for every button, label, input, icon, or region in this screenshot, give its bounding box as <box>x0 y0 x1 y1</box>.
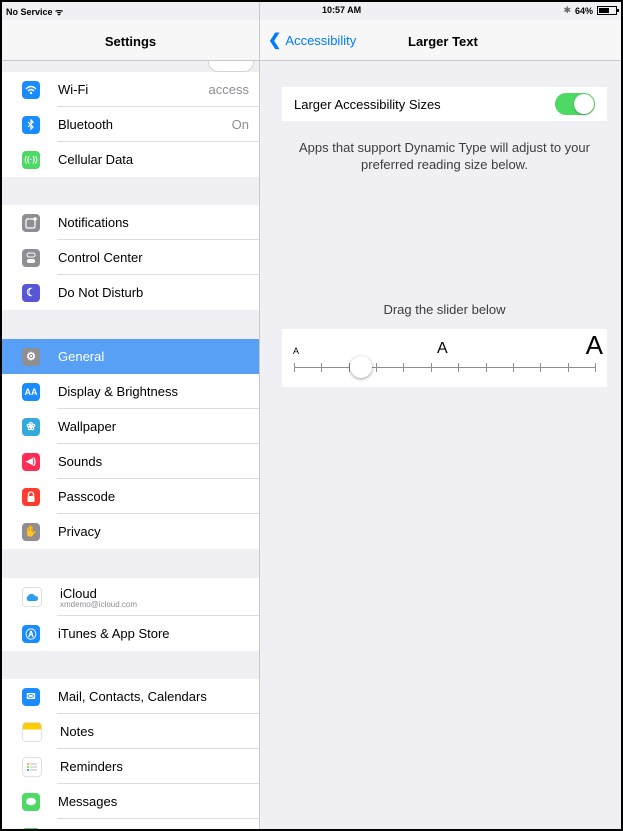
battery-percent: 64% <box>574 5 593 16</box>
sidebar-item-display-brightness[interactable]: AA Display & Brightness <box>2 374 259 409</box>
dynamic-type-info: Apps that support Dynamic Type will adju… <box>299 140 590 172</box>
icloud-icon <box>22 587 42 607</box>
facetime-icon <box>22 827 40 829</box>
reminders-icon <box>22 756 42 777</box>
text-size-slider-knob[interactable] <box>350 356 372 378</box>
ipad-screen: Settings Wi-Fi access Bluetooth On ((·))… <box>0 0 623 831</box>
sidebar-item-itunes-app-store[interactable]: Ⓐ iTunes & App Store <box>2 616 259 651</box>
sidebar-item-passcode[interactable]: Passcode <box>2 479 259 514</box>
gear-icon: ⚙ <box>22 347 40 366</box>
sidebar-item-label: Bluetooth <box>58 117 113 132</box>
slider-tick <box>568 363 569 372</box>
lock-icon <box>22 487 40 506</box>
sidebar-item-label: iTunes & App Store <box>58 626 170 641</box>
text-size-slider-cell: A A A <box>282 329 607 387</box>
sidebar-item-privacy[interactable]: ✋ Privacy <box>2 514 259 549</box>
slider-tick <box>513 363 514 372</box>
back-button-label: Accessibility <box>285 33 357 48</box>
bluetooth-value: On <box>231 117 249 132</box>
toggle-knob <box>574 94 594 114</box>
notifications-icon <box>22 213 40 232</box>
sidebar-item-label: Cellular Data <box>58 152 134 167</box>
sidebar-title: Settings <box>2 20 259 61</box>
sidebar-item-label: Passcode <box>58 489 116 504</box>
small-text-indicator: A <box>293 346 300 356</box>
sidebar-item-label: Notifications <box>58 215 129 230</box>
detail-pane: ❮ Accessibility Larger Text Larger Acces… <box>260 2 621 829</box>
sidebar-item-label: Display & Brightness <box>58 384 178 399</box>
wifi-network-value: access <box>208 82 249 97</box>
battery-icon <box>597 6 619 15</box>
sidebar-item-mail-contacts-calendars[interactable]: ✉ Mail, Contacts, Calendars <box>2 679 259 714</box>
sidebar-item-label: Mail, Contacts, Calendars <box>58 689 207 704</box>
sidebar-item-messages[interactable]: Messages <box>2 784 259 819</box>
sidebar-item-icloud[interactable]: iCloud xmdemo@icloud.com <box>2 578 259 616</box>
sidebar-item-label: iCloud <box>60 585 97 601</box>
chevron-left-icon: ❮ <box>268 32 282 49</box>
carrier-label: No Service <box>6 7 53 17</box>
sidebar-item-notifications[interactable]: Notifications <box>2 205 259 240</box>
sidebar-item-label: General <box>58 349 105 364</box>
bluetooth-status-icon: ✱ <box>563 5 571 15</box>
speaker-icon: ◀) <box>22 452 40 471</box>
sidebar-item-label: Wallpaper <box>58 419 117 434</box>
slider-tick <box>376 363 377 372</box>
slider-tick <box>595 363 596 372</box>
clock: 10:57 AM <box>322 5 362 15</box>
slider-tick <box>431 363 432 372</box>
larger-sizes-cell: Larger Accessibility Sizes <box>282 87 607 121</box>
slider-tick <box>486 363 487 372</box>
sidebar-item-reminders[interactable]: Reminders <box>2 749 259 784</box>
sidebar-item-label: Do Not Disturb <box>58 285 144 300</box>
page-title: Larger Text <box>408 34 478 49</box>
text-size-slider-track[interactable] <box>294 363 596 372</box>
bluetooth-icon <box>22 115 40 134</box>
larger-sizes-toggle[interactable] <box>555 93 595 115</box>
detail-navbar: ❮ Accessibility Larger Text <box>260 20 621 61</box>
sidebar-item-control-center[interactable]: Control Center <box>2 240 259 275</box>
sidebar-item-label: Wi-Fi <box>58 82 89 97</box>
slider-tick <box>294 363 295 372</box>
sidebar-item-sounds[interactable]: ◀) Sounds <box>2 444 259 479</box>
mail-icon: ✉ <box>22 687 40 706</box>
moon-icon: ☾ <box>22 283 40 302</box>
sidebar-item-general[interactable]: ⚙ General <box>2 339 259 374</box>
wallpaper-icon: ❀ <box>22 417 40 436</box>
control-center-icon <box>22 248 40 267</box>
settings-sidebar: Settings Wi-Fi access Bluetooth On ((·))… <box>2 2 260 829</box>
wifi-icon <box>22 80 40 99</box>
notes-icon <box>22 721 42 742</box>
large-text-indicator: A <box>585 330 603 360</box>
sidebar-item-label: Privacy <box>58 524 101 539</box>
status-bar: No Service ᯤ 10:57 AM ✱ 64% <box>2 2 621 20</box>
sidebar-item-wifi[interactable]: Wi-Fi access <box>2 72 259 107</box>
messages-icon <box>22 792 40 811</box>
sidebar-item-do-not-disturb[interactable]: ☾ Do Not Disturb <box>2 275 259 310</box>
display-icon: AA <box>22 382 40 401</box>
hand-icon: ✋ <box>22 522 40 541</box>
slider-tick <box>403 363 404 372</box>
medium-text-indicator: A <box>437 340 448 357</box>
slider-tick <box>321 363 322 372</box>
larger-sizes-label: Larger Accessibility Sizes <box>294 97 441 112</box>
cellular-icon: ((·)) <box>22 150 40 169</box>
sidebar-item-label: Notes <box>60 724 94 739</box>
slider-caption: Drag the slider below <box>383 302 506 317</box>
sidebar-item-label: Messages <box>58 794 118 809</box>
sidebar-item-cellular-data[interactable]: ((·)) Cellular Data <box>2 142 259 177</box>
sidebar-item-label: Control Center <box>58 250 143 265</box>
sidebar-item-notes[interactable]: Notes <box>2 714 259 749</box>
app-store-icon: Ⓐ <box>22 624 40 643</box>
back-button[interactable]: ❮ Accessibility <box>268 32 357 49</box>
slider-tick <box>458 363 459 372</box>
sidebar-item-label: Reminders <box>60 759 123 774</box>
sidebar-item-label: Sounds <box>58 454 103 469</box>
slider-tick <box>540 363 541 372</box>
sidebar-item-bluetooth[interactable]: Bluetooth On <box>2 107 259 142</box>
wifi-status-icon: ᯤ <box>55 7 64 17</box>
sidebar-item-wallpaper[interactable]: ❀ Wallpaper <box>2 409 259 444</box>
sidebar-item-partial[interactable] <box>2 819 259 829</box>
icloud-account-email: xmdemo@icloud.com <box>60 599 138 609</box>
